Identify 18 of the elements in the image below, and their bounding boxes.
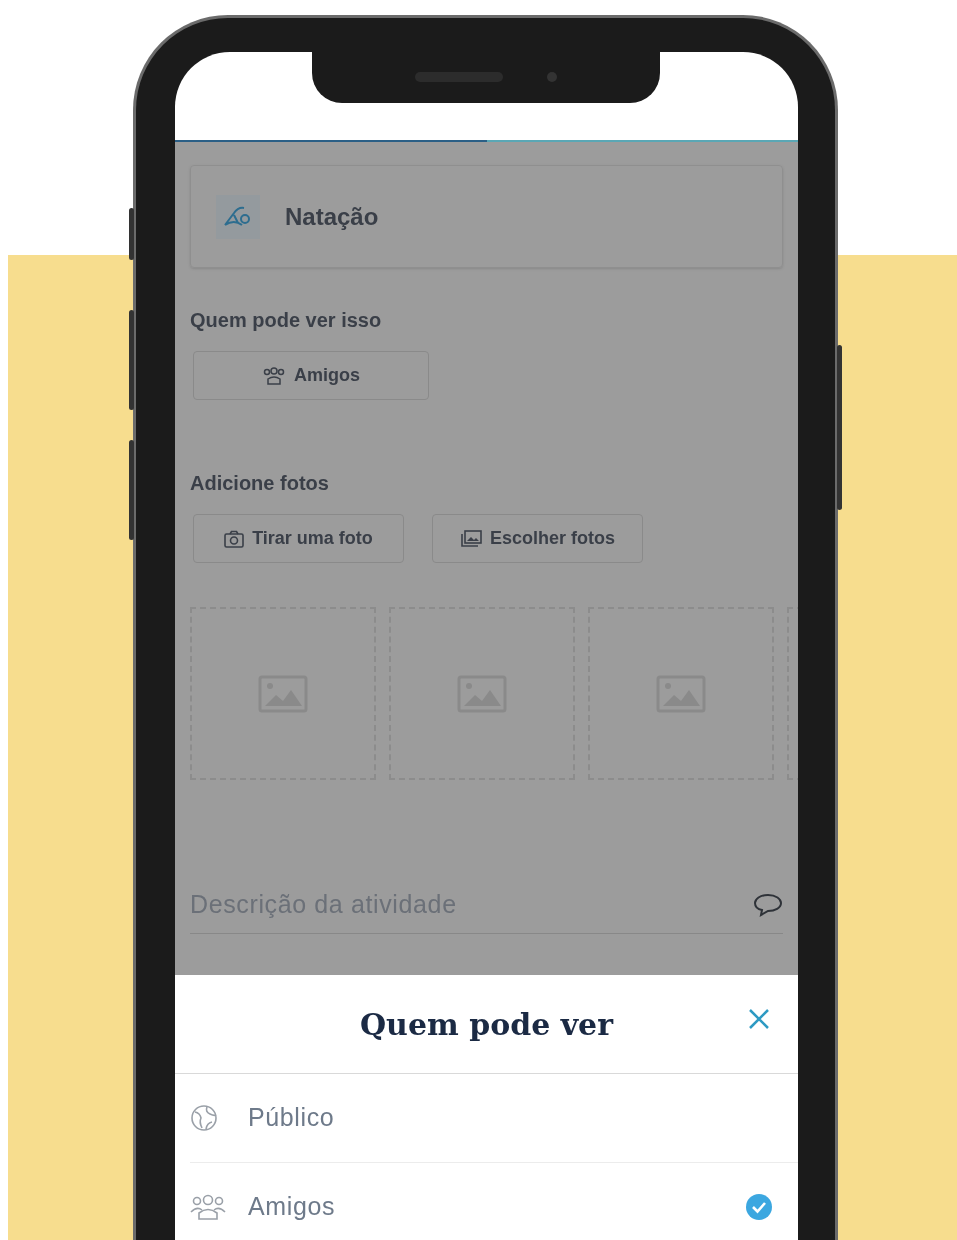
activity-name: Natação [285,201,379,232]
section-heading: Adicione fotos [190,471,330,496]
activity-card[interactable]: Natação [190,165,783,268]
visibility-button[interactable]: Amigos [193,351,429,400]
globe-icon [190,1104,218,1132]
photo-button[interactable]: Tirar uma foto [193,514,404,563]
sheet-title: Quem pode ver [359,1005,613,1044]
comment-icon [753,892,783,918]
camera-icon [224,529,245,548]
people-icon [262,366,286,385]
checkmark-icon [745,1192,773,1221]
swimmer-icon [216,194,260,239]
gallery-icon [460,529,482,548]
camera-lens [547,71,557,82]
photo-button[interactable]: Escolher fotos [432,514,643,563]
people-icon [190,1193,226,1220]
close-icon [748,1008,770,1030]
section-heading: Quem pode ver isso [190,308,383,333]
